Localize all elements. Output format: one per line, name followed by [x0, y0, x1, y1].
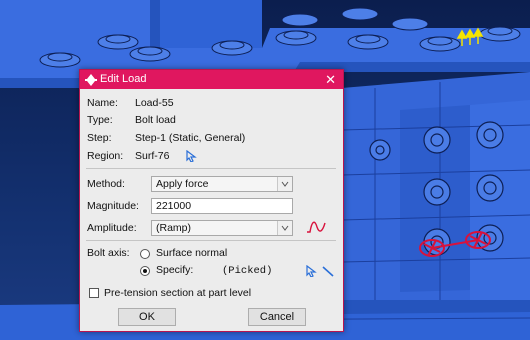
- select-arrow-icon[interactable]: [305, 265, 317, 277]
- axis-line-icon[interactable]: [322, 265, 334, 277]
- magnitude-label: Magnitude:: [87, 200, 139, 212]
- specify-label: Specify:: [156, 264, 194, 276]
- separator: [86, 168, 336, 169]
- surface-normal-label: Surface normal: [156, 247, 228, 259]
- picked-label: (Picked): [222, 265, 273, 277]
- ok-button[interactable]: OK: [118, 308, 176, 326]
- cancel-button[interactable]: Cancel: [248, 308, 306, 326]
- method-combo[interactable]: Apply force: [151, 176, 293, 192]
- name-value: Load-55: [135, 97, 174, 109]
- edit-load-icon: [85, 74, 97, 86]
- pretension-checkbox[interactable]: [89, 288, 99, 298]
- dialog-title: Edit Load: [100, 73, 147, 85]
- region-value: Surf-76: [135, 150, 170, 162]
- edit-load-dialog: Edit Load ✕ Name: Load-55 Type: Bolt loa…: [79, 69, 344, 332]
- dialog-title-bar[interactable]: Edit Load ✕: [80, 70, 343, 89]
- surface-normal-radio[interactable]: [140, 249, 150, 259]
- pretension-label: Pre-tension section at part level: [104, 287, 252, 299]
- bolt-axis-label: Bolt axis:: [87, 247, 130, 259]
- method-label: Method:: [87, 178, 125, 190]
- chevron-down-icon[interactable]: [277, 177, 292, 191]
- type-label: Type:: [87, 114, 113, 126]
- method-value: Apply force: [156, 178, 209, 190]
- specify-radio[interactable]: [140, 266, 150, 276]
- chevron-down-icon[interactable]: [277, 221, 292, 235]
- close-icon[interactable]: ✕: [325, 72, 336, 88]
- amplitude-wave-icon[interactable]: [306, 219, 326, 235]
- name-label: Name:: [87, 97, 118, 109]
- region-label: Region:: [87, 150, 124, 162]
- amplitude-label: Amplitude:: [87, 222, 137, 234]
- bc-arrows-icon: [456, 27, 484, 46]
- magnitude-value: 221000: [156, 200, 192, 212]
- amplitude-combo[interactable]: (Ramp): [151, 220, 293, 236]
- magnitude-input[interactable]: 221000: [151, 198, 293, 214]
- step-label: Step:: [87, 132, 112, 144]
- amplitude-value: (Ramp): [156, 222, 192, 234]
- step-value: Step-1 (Static, General): [135, 132, 246, 144]
- select-arrow-icon[interactable]: [185, 150, 197, 162]
- type-value: Bolt load: [135, 114, 176, 126]
- separator: [86, 240, 336, 241]
